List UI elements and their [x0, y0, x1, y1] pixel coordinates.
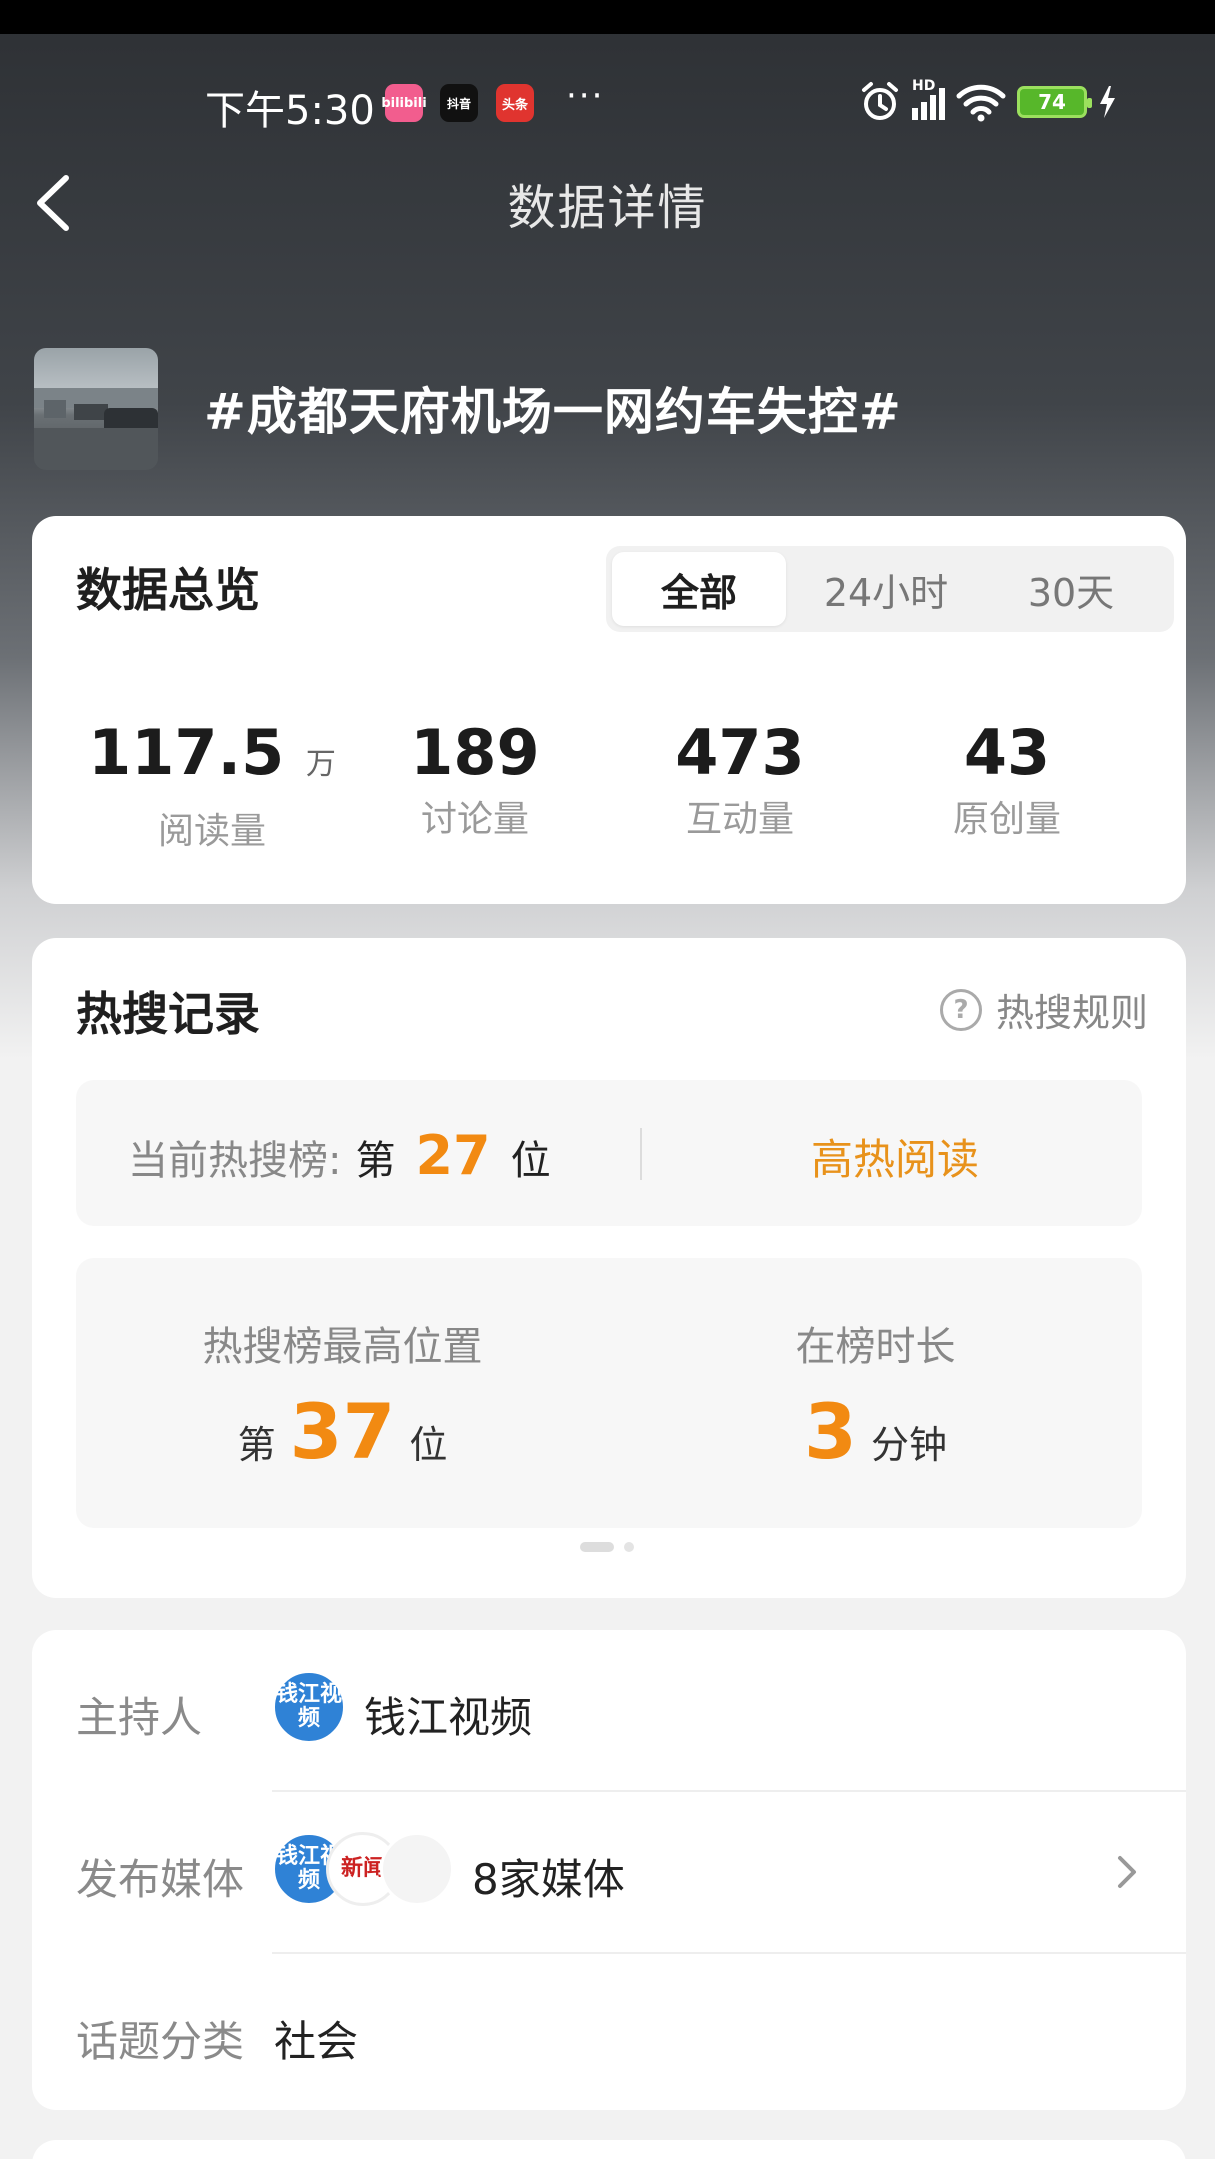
- media-key: 发布媒体: [76, 1855, 245, 1904]
- status-icons: HD 74: [858, 78, 1117, 124]
- media-row[interactable]: 发布媒体 钱江视频 新闻 8家媒体: [32, 1792, 1186, 1952]
- bilibili-app-icon: bilibili: [381, 84, 427, 122]
- category-key: 话题分类: [76, 2017, 245, 2066]
- duration-unit: 分钟: [870, 1423, 947, 1467]
- next-card: [32, 2140, 1186, 2159]
- host-name: 钱江视频: [364, 1693, 533, 1742]
- media-avatar-3: [380, 1831, 454, 1906]
- stat-discussions-label: 讨论量: [420, 799, 529, 840]
- chevron-right-icon: [1118, 1856, 1136, 1888]
- status-time: 下午5:30: [205, 88, 375, 134]
- page-dot: [624, 1542, 634, 1552]
- category-value: 社会: [274, 2017, 359, 2066]
- duration-label: 在榜时长: [795, 1324, 956, 1370]
- hot-search-rules-link[interactable]: ? 热搜规则: [939, 982, 1148, 1037]
- highest-rank-prefix: 第: [237, 1423, 276, 1467]
- stat-originals-value: 43: [963, 716, 1051, 789]
- thumbnail-image: [34, 388, 158, 470]
- stat-reads-unit: 万: [305, 747, 336, 782]
- on-list-duration: 在榜时长 3 分钟: [609, 1314, 1142, 1470]
- stat-reads: 117.5 万 阅读量: [82, 720, 342, 854]
- alarm-icon: [862, 82, 898, 120]
- question-icon: ?: [939, 988, 982, 1031]
- hot-search-card: 热搜记录 ? 热搜规则 当前热搜榜: 第 27 位 高热阅读 热搜榜最高位置 第…: [32, 938, 1186, 1598]
- host-value: 钱江视频 钱江视频: [272, 1669, 533, 1745]
- current-rank-text: 当前热搜榜: 第 27 位: [128, 1124, 551, 1187]
- current-rank-prefix: 第: [355, 1138, 396, 1184]
- media-count: 8家媒体: [472, 1855, 625, 1904]
- highest-rank-label: 热搜榜最高位置: [202, 1324, 483, 1370]
- overview-title: 数据总览: [76, 563, 260, 617]
- signal-icon: HD: [912, 78, 945, 120]
- highest-rank-value: 37: [289, 1387, 396, 1476]
- hot-search-rules-label: 热搜规则: [995, 991, 1148, 1035]
- host-avatar: 钱江视频: [272, 1669, 346, 1744]
- highest-rank-suffix: 位: [409, 1423, 448, 1467]
- stat-interactions: 473 互动量: [610, 720, 870, 842]
- rank-summary-box[interactable]: 热搜榜最高位置 第 37 位 在榜时长 3 分钟: [76, 1258, 1142, 1528]
- stat-discussions-value: 189: [410, 716, 540, 789]
- tab-all[interactable]: 全部: [612, 552, 786, 626]
- divider: [640, 1128, 642, 1180]
- page-title: 数据详情: [507, 180, 708, 236]
- current-rank-box: 当前热搜榜: 第 27 位 高热阅读: [76, 1080, 1142, 1226]
- status-bar: 下午5:30 bilibili 抖音 头条 ··· HD 74: [0, 72, 1215, 134]
- current-rank-value: 27: [415, 1124, 491, 1187]
- current-rank-label: 当前热搜榜:: [128, 1138, 342, 1184]
- stat-discussions: 189 讨论量: [345, 720, 605, 842]
- top-black-bar: [0, 0, 1215, 34]
- host-row[interactable]: 主持人 钱江视频 钱江视频: [32, 1630, 1186, 1790]
- overview-card: 数据总览 全部 24小时 30天 117.5 万 阅读量 189 讨论量 473…: [32, 516, 1186, 904]
- hot-search-title: 热搜记录: [76, 987, 260, 1041]
- toutiao-app-icon: 头条: [496, 84, 534, 122]
- media-value: 钱江视频 新闻 8家媒体: [272, 1831, 625, 1907]
- tab-24h[interactable]: 24小时: [796, 546, 976, 632]
- stat-reads-value: 117.5 万: [88, 716, 336, 789]
- more-notifications-icon: ···: [566, 76, 605, 116]
- page-dot-active: [580, 1542, 614, 1552]
- stat-originals: 43 原创量: [877, 720, 1137, 842]
- topic-thumbnail[interactable]: [34, 348, 158, 470]
- stat-interactions-value: 473: [675, 716, 805, 789]
- category-row: 话题分类 社会: [32, 1954, 1186, 2114]
- douyin-app-icon: 抖音: [440, 84, 478, 122]
- stat-interactions-label: 互动量: [685, 799, 794, 840]
- duration-value: 3: [804, 1387, 857, 1476]
- tab-30d[interactable]: 30天: [976, 546, 1166, 632]
- topic-title: #成都天府机场一网约车失控#: [204, 383, 902, 441]
- hot-tag: 高热阅读: [811, 1135, 980, 1184]
- charging-icon: [1100, 86, 1115, 118]
- topic-info-card: 主持人 钱江视频 钱江视频 发布媒体 钱江视频 新闻 8家媒体 话题分类 社会: [32, 1630, 1186, 2110]
- hd-label: HD: [912, 78, 936, 94]
- current-rank-suffix: 位: [510, 1138, 551, 1184]
- battery-icon: 74: [1017, 86, 1092, 118]
- highest-rank: 热搜榜最高位置 第 37 位: [76, 1314, 609, 1470]
- stat-reads-label: 阅读量: [157, 811, 266, 852]
- time-range-segmented: 全部 24小时 30天: [606, 546, 1174, 632]
- host-key: 主持人: [76, 1693, 203, 1742]
- wifi-icon: [956, 84, 1006, 122]
- stat-originals-label: 原创量: [952, 799, 1061, 840]
- page-indicator: [580, 1542, 634, 1552]
